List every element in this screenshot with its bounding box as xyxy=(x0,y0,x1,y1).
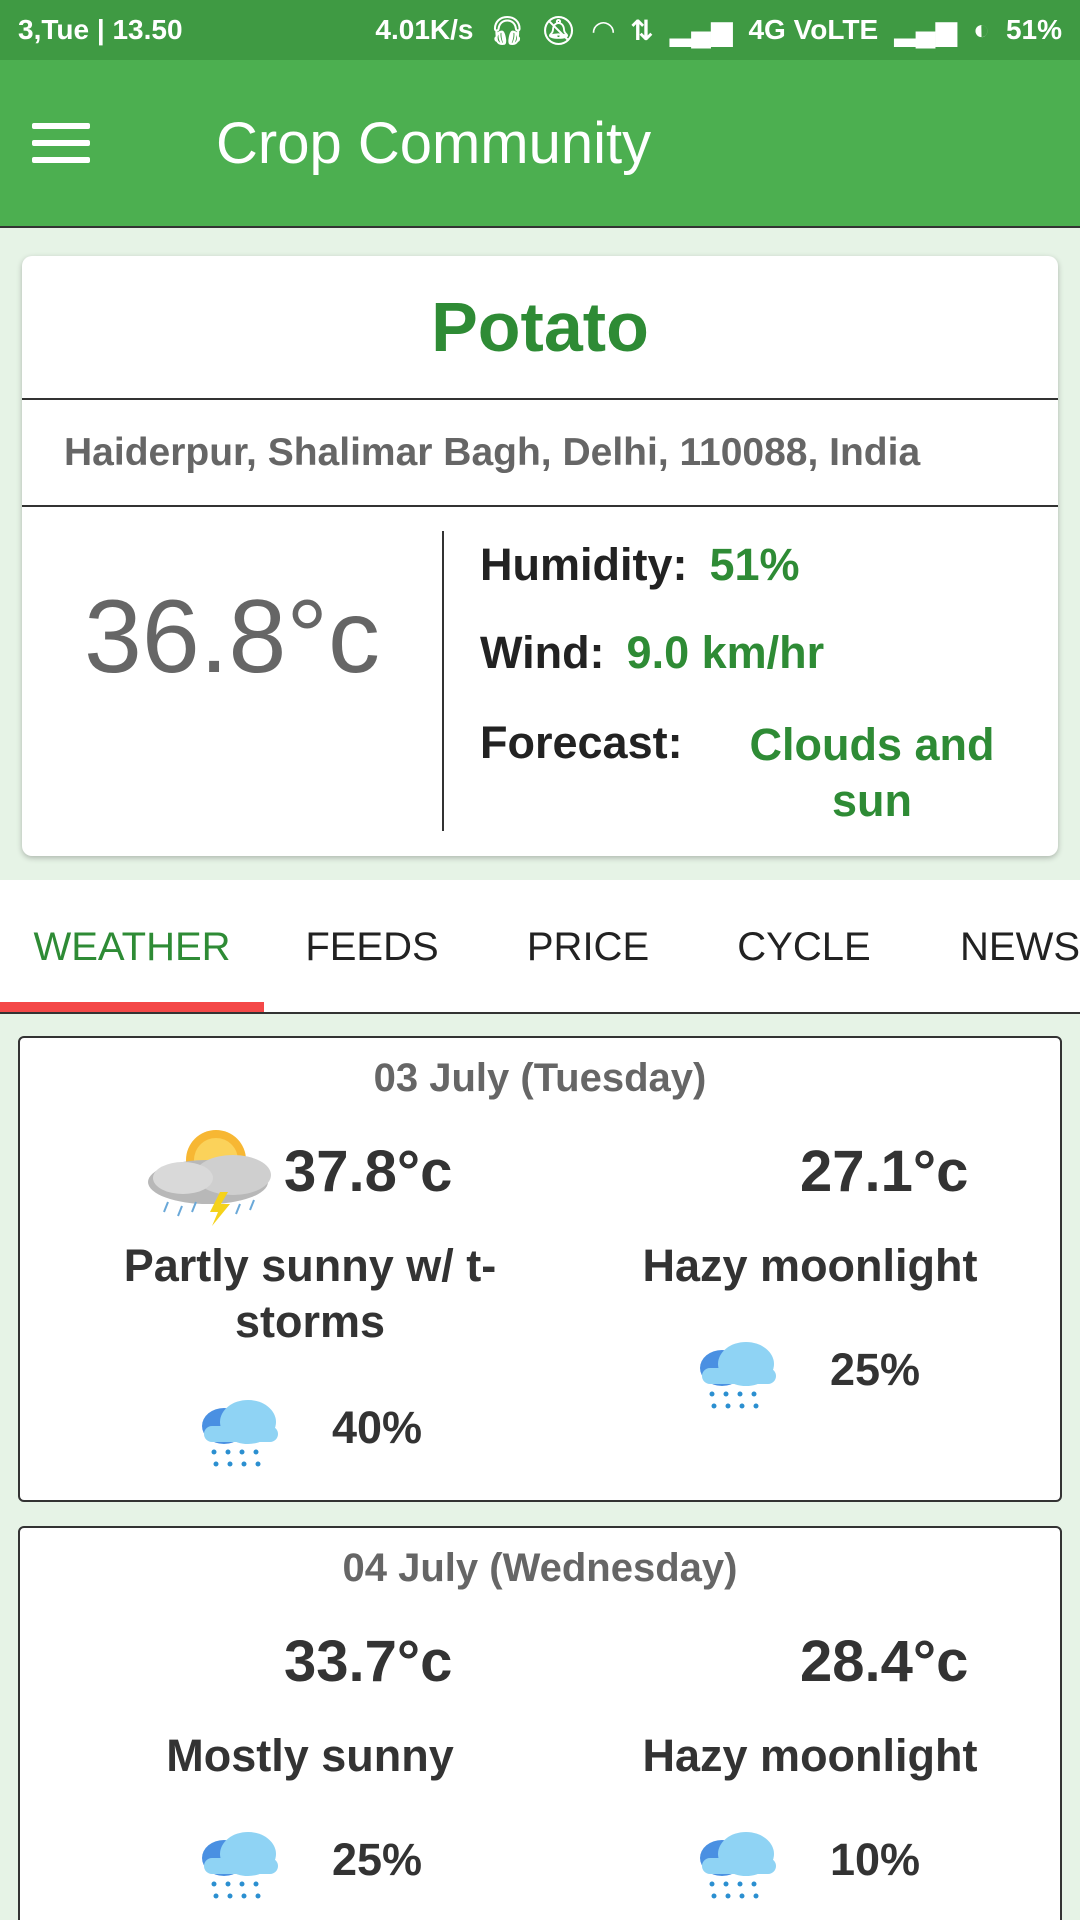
tab-price[interactable]: PRICE xyxy=(480,880,696,1012)
rain-cloud-icon xyxy=(202,1400,278,1467)
nighttime-forecast: 28.4°c Hazy moonlight 10% xyxy=(560,1528,1060,1920)
crop-summary-card: Potato Haiderpur, Shalimar Bagh, Delhi, … xyxy=(22,256,1058,856)
day-condition: Partly sunny w/ t-storms xyxy=(123,1240,497,1347)
wind-label: Wind: xyxy=(480,627,605,678)
night-rain-percent: 10% xyxy=(830,1834,921,1885)
day-condition: Mostly sunny xyxy=(166,1730,454,1781)
sun-cloud-thunder-icon xyxy=(148,1130,271,1226)
daytime-forecast: 37.8°c Partly sunny w/ t-storms 40% xyxy=(60,1038,560,1500)
tab-indicator xyxy=(0,1002,264,1012)
forecast-label: Forecast: xyxy=(480,717,683,768)
daytime-forecast: 33.7°c Mostly sunny 25% xyxy=(60,1528,560,1920)
tab-weather[interactable]: WEATHER xyxy=(0,880,264,1012)
crop-name: Potato xyxy=(22,256,1058,400)
night-condition: Hazy moonlight xyxy=(642,1240,978,1291)
hamburger-menu-icon xyxy=(32,123,90,163)
network-type: 4G VoLTE xyxy=(748,14,879,45)
rain-cloud-icon xyxy=(202,1832,278,1899)
tab-cycle[interactable]: CYCLE xyxy=(696,880,912,1012)
wifi-icon: ◠ xyxy=(592,14,615,46)
rain-cloud-icon xyxy=(700,1832,776,1899)
day-temperature: 37.8°c xyxy=(284,1139,453,1204)
status-bar: 3,Tue | 13.50 4.01K/s 🎧︎ 🔕︎ ◠ ⇅ ▂▄▆ 4G V… xyxy=(0,0,1080,60)
current-temperature: 36.8°c xyxy=(83,578,380,695)
signal-icon: ▂▄▆ xyxy=(669,14,733,46)
headphones-icon: 🎧︎ xyxy=(489,14,526,46)
battery-icon: ◐ xyxy=(973,14,990,45)
network-speed: 4.01K/s xyxy=(375,14,474,45)
forecast-day-card[interactable]: 04 July (Wednesday) 33.7°c Mostly sunny … xyxy=(18,1526,1062,1920)
forecast-day-card[interactable]: 03 July (Tuesday) 37.8°c Partly sunny w/… xyxy=(18,1036,1062,1502)
day-temperature: 33.7°c xyxy=(284,1629,453,1694)
rain-cloud-icon xyxy=(700,1342,776,1409)
tab-feeds[interactable]: FEEDS xyxy=(264,880,480,1012)
humidity-row: Humidity: 51% xyxy=(480,539,800,591)
forecast-value: Clouds and sun xyxy=(749,719,995,826)
wind-value: 9.0 km/hr xyxy=(626,627,825,678)
night-temperature: 28.4°c xyxy=(800,1629,969,1694)
status-time: 3,Tue | 13.50 xyxy=(18,14,183,45)
nighttime-forecast: 27.1°c Hazy moonlight 25% xyxy=(560,1038,1060,1500)
day-rain-percent: 25% xyxy=(332,1834,423,1885)
app-bar: Crop Community xyxy=(0,60,1080,228)
divider xyxy=(442,531,444,831)
day-rain-percent: 40% xyxy=(332,1402,423,1453)
data-arrows-icon: ⇅ xyxy=(630,14,654,46)
night-temperature: 27.1°c xyxy=(800,1139,969,1204)
wind-row: Wind: 9.0 km/hr xyxy=(480,627,824,679)
battery-level: 51% xyxy=(1005,14,1062,45)
app-title: Crop Community xyxy=(216,110,652,176)
tab-news[interactable]: NEWS xyxy=(912,880,1080,1012)
tab-bar: WEATHER FEEDS PRICE CYCLE NEWS xyxy=(0,880,1080,1014)
night-rain-percent: 25% xyxy=(830,1344,921,1395)
signal-icon-2: ▂▄▆ xyxy=(894,14,958,46)
mute-icon: 🔕︎ xyxy=(541,14,577,46)
crop-location: Haiderpur, Shalimar Bagh, Delhi, 110088,… xyxy=(22,400,1058,507)
menu-button[interactable] xyxy=(0,59,170,227)
current-weather: 36.8°c Humidity: 51% Wind: 9.0 km/hr Forec… xyxy=(22,507,1058,854)
status-icons: 4.01K/s 🎧︎ 🔕︎ ◠ ⇅ ▂▄▆ 4G VoLTE ▂▄▆ ◐ 51% xyxy=(375,14,1062,47)
night-condition: Hazy moonlight xyxy=(642,1730,978,1781)
humidity-label: Humidity: xyxy=(480,539,688,590)
humidity-value: 51% xyxy=(709,539,800,590)
